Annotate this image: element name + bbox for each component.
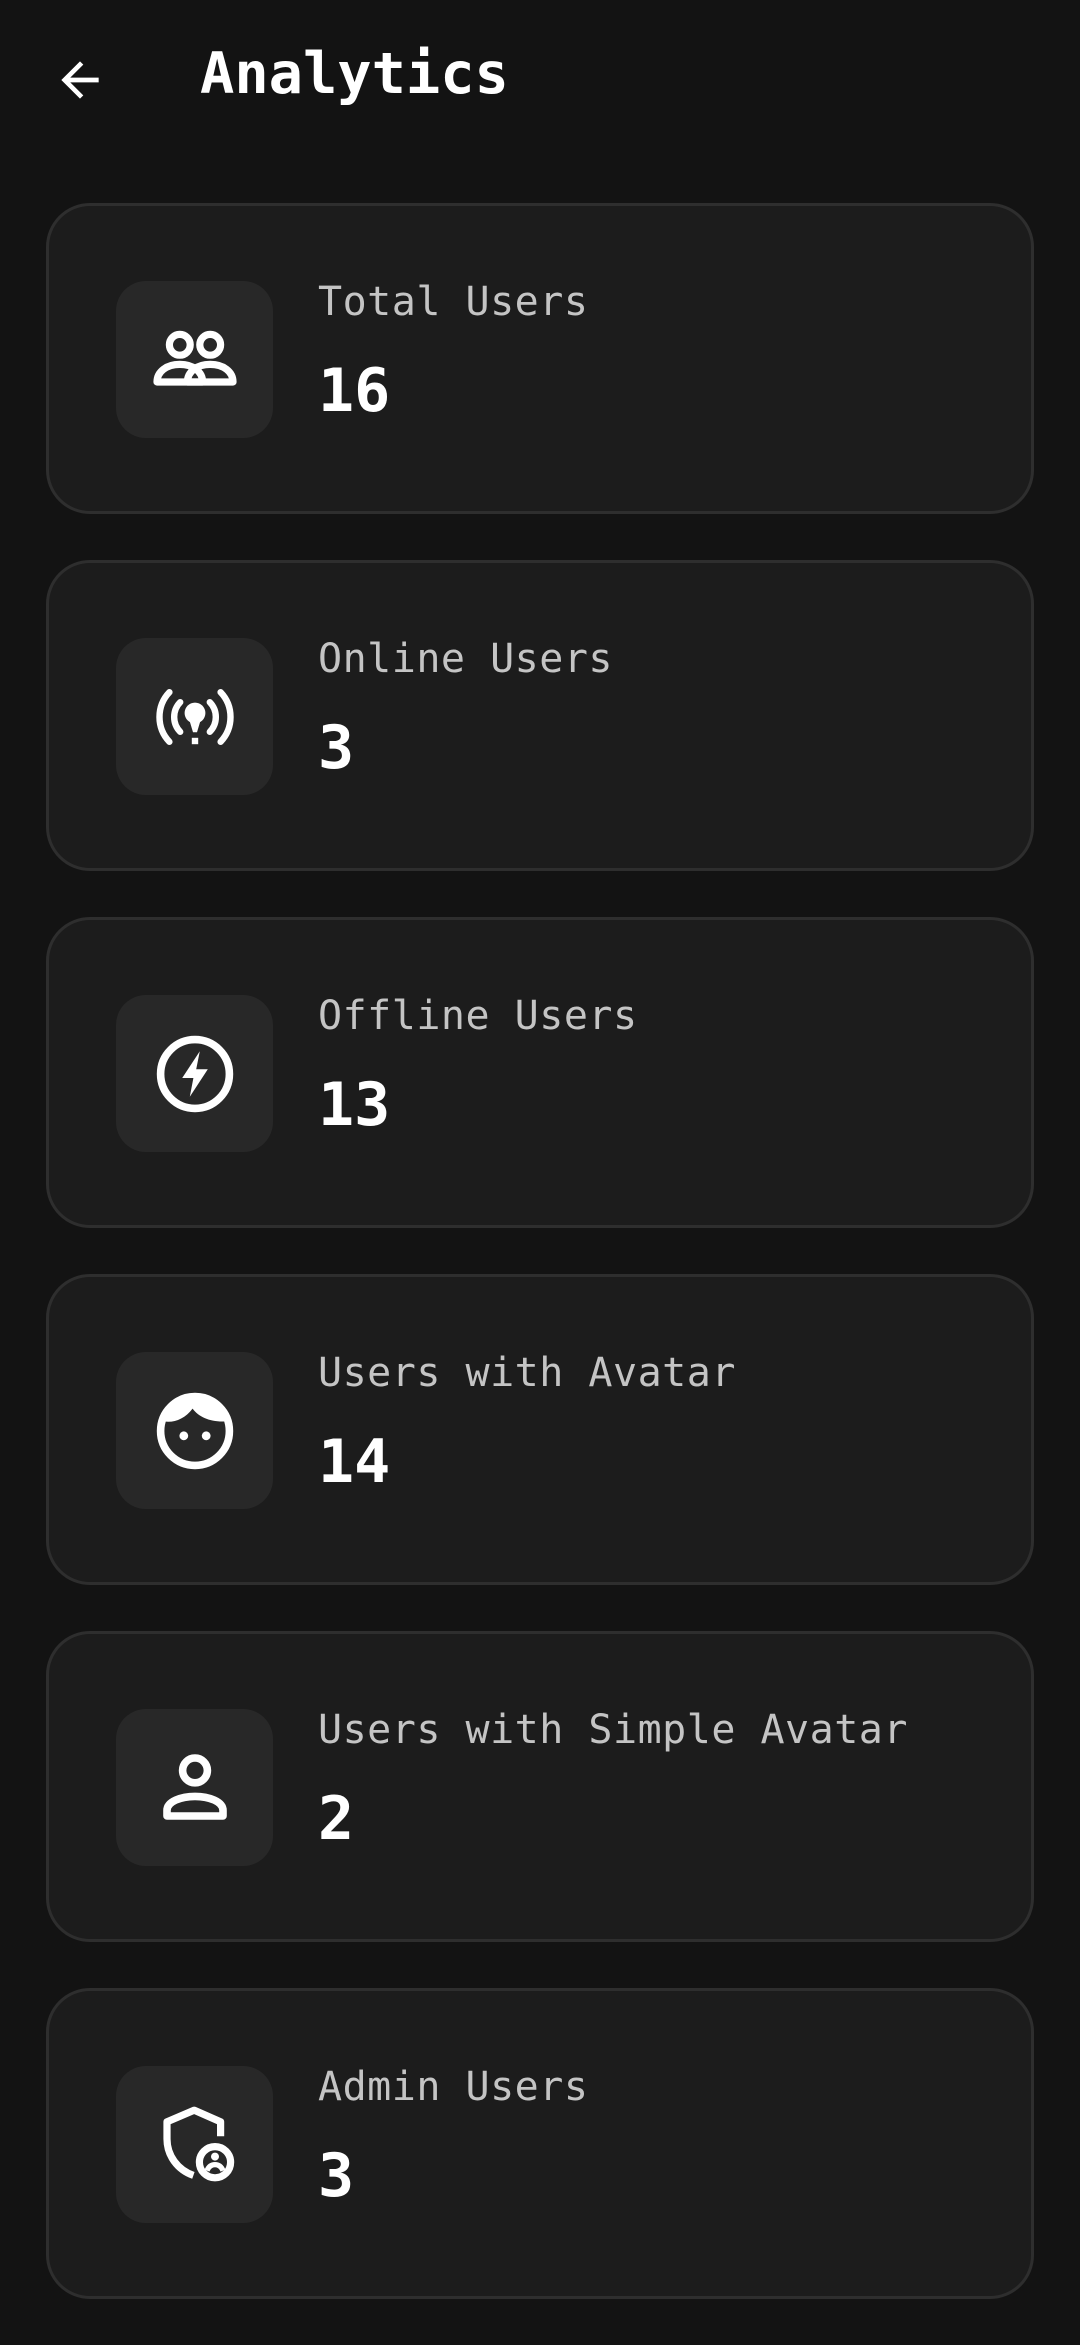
back-button[interactable]: [40, 40, 120, 120]
stat-card-users-with-simple-avatar: Users with Simple Avatar 2: [46, 1631, 1034, 1942]
stat-label: Total Users: [318, 279, 589, 325]
stat-icon-tile: [116, 638, 273, 795]
stat-label: Admin Users: [318, 2064, 589, 2110]
face-icon: [156, 1392, 233, 1469]
admin-shield-icon: [162, 2106, 234, 2181]
stat-label: Online Users: [318, 636, 613, 682]
arrow-back-icon: [61, 61, 99, 99]
app-bar: Analytics: [0, 0, 1080, 150]
stat-value: 16: [318, 356, 391, 426]
stat-label: Users with Avatar: [318, 1350, 736, 1396]
bolt-circle-icon: [156, 1035, 233, 1112]
person-icon: [162, 1753, 227, 1820]
stat-card-total-users: Total Users 16: [46, 203, 1034, 514]
stat-card-online-users: Online Users 3: [46, 560, 1034, 871]
stat-value: 14: [318, 1427, 391, 1497]
stat-value: 13: [318, 1070, 391, 1140]
stat-label: Users with Simple Avatar: [318, 1707, 908, 1753]
stat-value: 2: [318, 1784, 355, 1854]
group-icon: [152, 330, 237, 386]
stat-list: Total Users 16 Online Users 3 Offline Us…: [46, 203, 1034, 2345]
stat-icon-tile: [116, 995, 273, 1152]
stat-icon-tile: [116, 1352, 273, 1509]
stat-value: 3: [318, 2141, 355, 2211]
stat-label: Offline Users: [318, 993, 638, 1039]
stat-value: 3: [318, 713, 355, 783]
stat-card-users-with-avatar: Users with Avatar 14: [46, 1274, 1034, 1585]
stat-icon-tile: [116, 1709, 273, 1866]
stat-icon-tile: [116, 281, 273, 438]
stat-icon-tile: [116, 2066, 273, 2223]
stat-card-offline-users: Offline Users 13: [46, 917, 1034, 1228]
broadcast-icon: [155, 688, 234, 745]
stat-card-admin-users: Admin Users 3: [46, 1988, 1034, 2299]
page-title: Analytics: [200, 41, 509, 107]
